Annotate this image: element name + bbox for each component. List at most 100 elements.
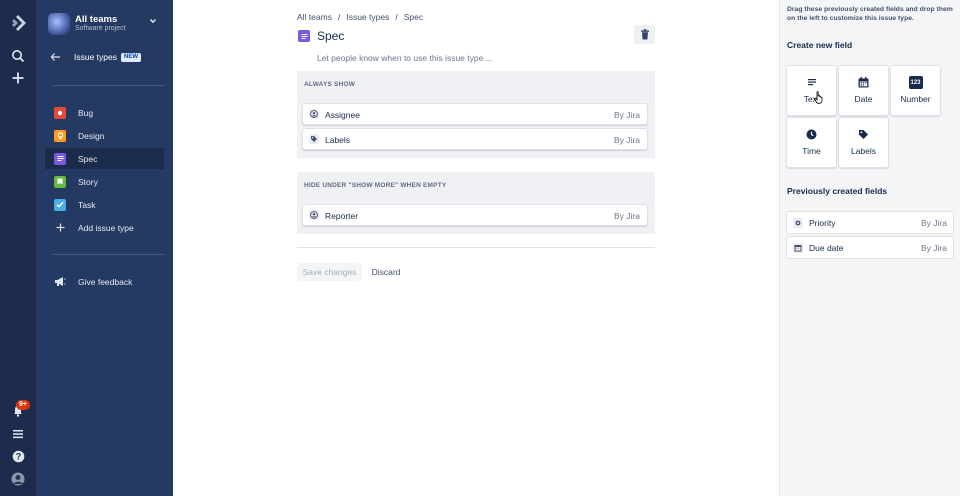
label-icon	[309, 134, 319, 144]
give-feedback-button[interactable]: Give feedback	[45, 271, 164, 292]
help-icon[interactable]: ?	[8, 446, 28, 466]
clock-icon	[806, 128, 818, 140]
breadcrumb: All teams / Issue types / Spec	[297, 12, 429, 22]
design-icon	[54, 129, 66, 142]
sidebar-item-bug[interactable]: Bug	[45, 102, 164, 123]
sidebar-item-design[interactable]: Design	[45, 125, 164, 146]
field-type-label: Number	[900, 94, 931, 104]
always-show-section: ALWAYS SHOW Assignee By Jira Labels By J…	[297, 71, 655, 158]
bookmark-icon	[54, 175, 66, 188]
number-icon: 123	[908, 76, 923, 89]
section-heading: HIDE UNDER "SHOW MORE" WHEN EMPTY	[304, 182, 447, 189]
project-avatar	[48, 13, 70, 35]
checkmark-icon	[54, 198, 66, 211]
sidebar-divider	[53, 85, 165, 86]
field-name: Assignee	[325, 110, 360, 120]
breadcrumb-all-teams[interactable]: All teams	[297, 12, 332, 22]
sidebar-item-label: Story	[78, 176, 98, 187]
field-type-text[interactable]: Text	[786, 65, 837, 116]
calendar-icon	[793, 243, 803, 253]
create-icon[interactable]	[8, 68, 28, 88]
sidebar-item-task[interactable]: Task	[45, 194, 164, 215]
breadcrumb-separator: /	[395, 12, 398, 22]
field-source: By Jira	[921, 243, 947, 253]
field-reporter[interactable]: Reporter By Jira	[302, 204, 648, 226]
project-name: All teams	[75, 14, 118, 25]
add-issue-type-label: Add issue type	[78, 222, 134, 233]
user-icon	[309, 109, 319, 119]
add-issue-type-button[interactable]: Add issue type	[45, 217, 164, 238]
spec-icon	[298, 30, 310, 42]
number-icon-glyph: 123	[910, 79, 921, 86]
breadcrumb-issue-types[interactable]: Issue types	[346, 12, 389, 22]
section-heading: ALWAYS SHOW	[304, 81, 356, 88]
main-content: All teams / Issue types / Spec Spec Let peop…	[173, 0, 779, 496]
field-assignee[interactable]: Assignee By Jira	[302, 103, 648, 125]
page-header: Spec	[298, 28, 344, 44]
field-type-time[interactable]: Time	[786, 117, 837, 168]
trash-icon	[640, 29, 650, 40]
field-name: Priority	[809, 218, 836, 228]
divider	[297, 247, 655, 248]
jira-logo-icon[interactable]	[8, 13, 28, 33]
field-source: By Jira	[614, 110, 640, 120]
global-navigation: 9+ ?	[0, 0, 36, 496]
save-changes-button[interactable]: Save changes	[297, 263, 362, 281]
calendar-icon	[858, 76, 870, 88]
sidebar-item-label: Bug	[78, 107, 94, 118]
back-to-issue-types[interactable]: Issue types NEW	[50, 51, 170, 65]
text-icon	[806, 76, 818, 88]
priority-icon	[793, 218, 803, 228]
megaphone-icon	[54, 276, 66, 288]
page-title[interactable]: Spec	[317, 29, 344, 43]
user-icon	[309, 210, 319, 220]
previous-field-priority[interactable]: Priority By Jira	[786, 211, 954, 234]
field-type-date[interactable]: Date	[838, 65, 889, 116]
profile-avatar[interactable]	[8, 469, 28, 489]
chevron-down-icon	[148, 16, 158, 26]
project-sidebar: All teams Software project Issue types N…	[36, 0, 173, 496]
project-type: Software project	[75, 25, 126, 32]
give-feedback-label: Give feedback	[78, 276, 133, 287]
breadcrumb-separator: /	[337, 12, 341, 22]
field-type-label: Text	[803, 94, 820, 104]
menu-icon[interactable]	[8, 424, 28, 444]
sidebar-item-story[interactable]: Story	[45, 171, 164, 192]
hide-when-empty-section: HIDE UNDER "SHOW MORE" WHEN EMPTY Report…	[297, 172, 655, 234]
previous-fields-heading: Previously created fields	[787, 186, 888, 196]
panel-hint: Drag these previously created fields and…	[787, 6, 953, 22]
create-field-heading: Create new field	[787, 40, 853, 50]
svg-text:?: ?	[15, 451, 21, 461]
previous-field-due-date[interactable]: Due date By Jira	[786, 236, 954, 259]
fields-panel: Drag these previously created fields and…	[779, 0, 960, 496]
sidebar-item-spec[interactable]: Spec	[45, 148, 164, 169]
field-type-labels[interactable]: Labels	[838, 117, 889, 168]
bug-icon	[54, 106, 66, 119]
description-input[interactable]: Let people know when to use this issue t…	[317, 53, 493, 63]
breadcrumb-spec[interactable]: Spec	[404, 12, 423, 22]
new-badge: NEW	[121, 53, 141, 62]
plus-icon	[54, 222, 66, 234]
field-labels[interactable]: Labels By Jira	[302, 128, 648, 150]
field-name: Reporter	[325, 211, 359, 221]
discard-button[interactable]: Discard	[366, 263, 406, 281]
field-source: By Jira	[614, 135, 640, 145]
field-type-label: Labels	[850, 146, 877, 156]
delete-button[interactable]	[634, 25, 655, 44]
arrow-left-icon	[50, 52, 62, 62]
field-source: By Jira	[921, 218, 947, 228]
field-name: Labels	[325, 135, 351, 145]
spec-icon	[54, 152, 66, 165]
field-name: Due date	[809, 243, 844, 253]
search-icon[interactable]	[8, 46, 28, 66]
field-type-label: Date	[854, 94, 873, 104]
notification-badge: 9+	[16, 400, 30, 410]
sidebar-divider	[53, 254, 165, 255]
field-type-number[interactable]: 123 Number	[890, 65, 941, 116]
back-label: Issue types	[74, 52, 117, 62]
project-switcher[interactable]: All teams Software project	[48, 11, 168, 37]
sidebar-item-label: Spec	[78, 153, 98, 164]
sidebar-item-label: Task	[78, 199, 96, 210]
sidebar-item-label: Design	[78, 130, 105, 141]
hand-cursor-icon	[814, 91, 824, 104]
